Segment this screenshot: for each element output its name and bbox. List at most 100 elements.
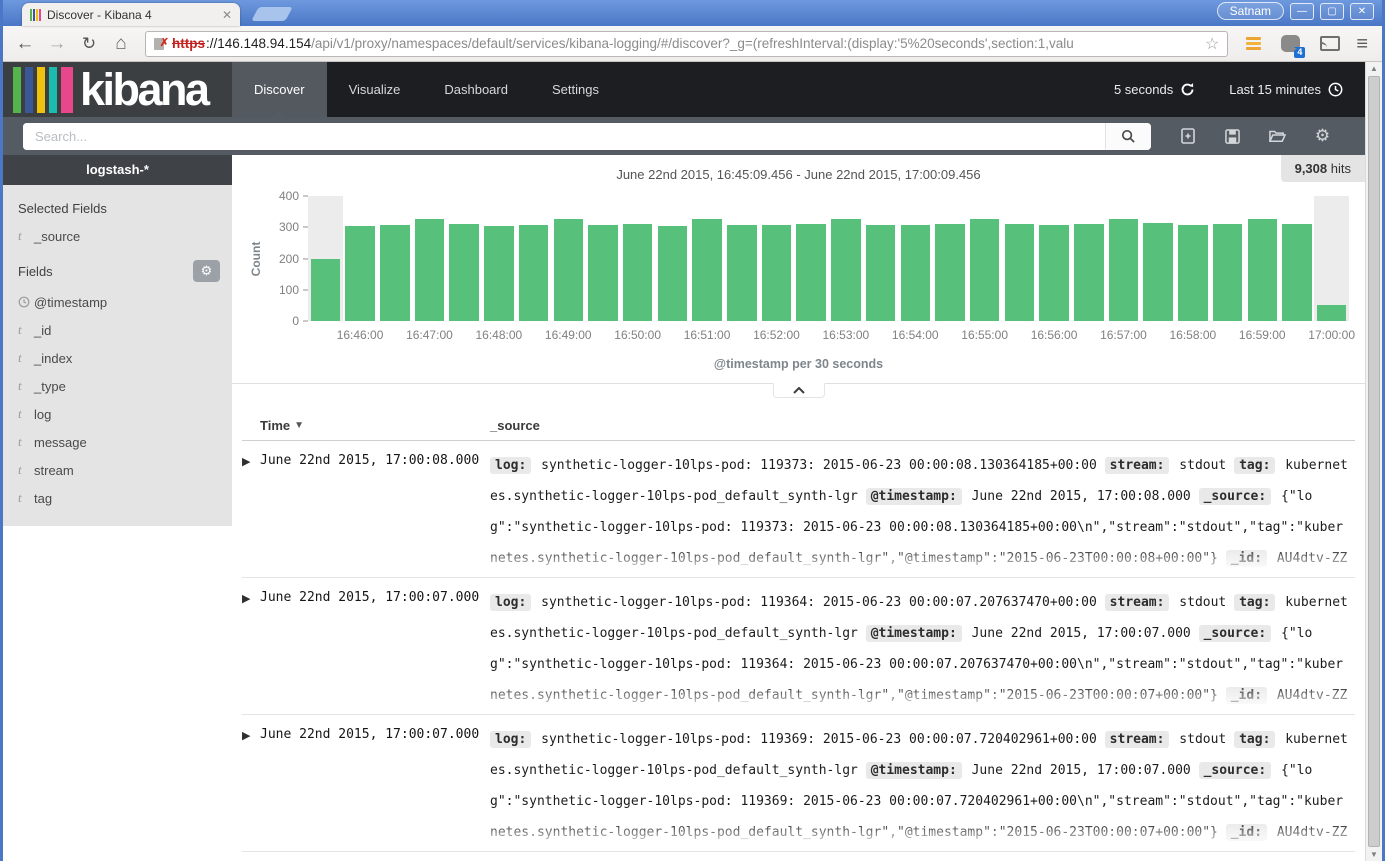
histogram-bar[interactable] [554,219,583,321]
histogram-bar[interactable] [866,225,895,321]
expand-row-icon[interactable]: ▶ [242,587,260,714]
search-input[interactable] [23,123,1105,150]
field-badge[interactable]: tag: [1234,457,1275,474]
histogram-bar[interactable] [762,225,791,321]
field-badge[interactable]: @timestamp: [866,488,962,505]
field-badge[interactable]: stream: [1105,731,1170,748]
save-search-button[interactable] [1210,129,1255,144]
nav-tab-dashboard[interactable]: Dashboard [422,62,530,117]
kibana-logo[interactable]: kibana [3,62,232,117]
scrollbar-thumb[interactable] [1368,76,1380,847]
nav-tab-visualize[interactable]: Visualize [327,62,423,117]
reload-icon[interactable]: ↻ [75,30,103,58]
search-button[interactable] [1105,123,1151,150]
collapse-histogram-button[interactable] [773,383,825,398]
histogram-bar[interactable] [311,259,340,322]
close-button[interactable]: ✕ [1350,3,1374,20]
histogram-bar[interactable] [901,225,930,321]
histogram-bar[interactable] [623,224,652,321]
field-badge[interactable]: _id: [1226,687,1267,704]
insecure-page-icon[interactable]: ✗ [154,37,167,51]
expand-row-icon[interactable]: ▶ [242,450,260,577]
histogram-bar[interactable] [588,225,617,321]
histogram-bar[interactable] [1282,224,1311,322]
histogram-bar[interactable] [1248,219,1277,322]
field-item-tag[interactable]: ttag [3,484,232,512]
histogram-bar[interactable] [1317,305,1346,321]
nav-tab-discover[interactable]: Discover [232,62,327,117]
histogram-bar[interactable] [345,226,374,321]
cast-icon[interactable] [1320,36,1340,51]
field-item-log[interactable]: tlog [3,400,232,428]
settings-gear-button[interactable]: ⚙ [1300,127,1345,146]
field-badge[interactable]: @timestamp: [866,762,962,779]
nav-tab-settings[interactable]: Settings [530,62,621,117]
histogram-bar[interactable] [380,225,409,321]
histogram-bar[interactable] [415,219,444,321]
column-header-time[interactable]: Time ▼ [242,418,490,433]
histogram-bar[interactable] [519,225,548,321]
histogram-bar[interactable] [727,225,756,321]
address-bar[interactable]: ✗ https ://146.148.94.154 /api/v1/proxy/… [145,31,1228,57]
field-badge[interactable]: _id: [1226,550,1267,567]
time-range-control[interactable]: Last 15 minutes [1229,82,1343,97]
scroll-up-icon[interactable]: ▲ [1366,64,1382,73]
histogram-bar[interactable] [658,226,687,321]
field-item-index[interactable]: t_index [3,344,232,372]
field-item-stream[interactable]: tstream [3,456,232,484]
histogram-bar[interactable] [970,219,999,322]
tab-close-icon[interactable]: ✕ [222,8,232,22]
scroll-down-icon[interactable]: ▼ [1366,850,1382,859]
expand-row-icon[interactable]: ▶ [242,724,260,851]
browser-tab[interactable]: Discover - Kibana 4 ✕ [22,3,240,26]
histogram-bar[interactable] [692,219,721,321]
browser-menu-icon[interactable]: ≡ [1356,34,1368,54]
field-item-id[interactable]: t_id [3,316,232,344]
field-badge[interactable]: tag: [1234,594,1275,611]
new-search-button[interactable] [1165,128,1210,144]
field-badge[interactable]: _source: [1199,625,1272,642]
column-header-source[interactable]: _source [490,418,1355,433]
page-scrollbar[interactable]: ▲ ▼ [1365,62,1382,861]
field-badge[interactable]: log: [490,594,531,611]
histogram-bar[interactable] [1178,225,1207,321]
maximize-button[interactable]: ▢ [1320,3,1344,20]
minimize-button[interactable]: — [1290,3,1314,20]
field-badge[interactable]: log: [490,731,531,748]
histogram-bar[interactable] [1109,219,1138,321]
histogram-bar[interactable] [935,224,964,321]
histogram-bar[interactable] [1005,224,1034,322]
field-badge[interactable]: @timestamp: [866,625,962,642]
field-badge[interactable]: _id: [1226,824,1267,841]
fields-settings-button[interactable]: ⚙ [193,260,220,282]
field-badge[interactable]: _source: [1199,762,1272,779]
hangouts-icon[interactable]: 4 [1281,35,1300,52]
refresh-interval-control[interactable]: 5 seconds [1114,82,1195,97]
field-item-source[interactable]: t_source [3,222,232,250]
profile-button[interactable]: Satnam [1217,2,1284,20]
open-search-button[interactable] [1255,129,1300,143]
histogram-bar[interactable] [831,219,860,321]
home-icon[interactable]: ⌂ [107,30,135,58]
extension-icon[interactable] [1246,36,1261,51]
field-badge[interactable]: log: [490,457,531,474]
field-badge[interactable]: stream: [1105,457,1170,474]
forward-icon[interactable]: → [43,30,71,58]
index-pattern-selector[interactable]: logstash-* [3,155,232,185]
field-badge[interactable]: _source: [1199,488,1272,505]
back-icon[interactable]: ← [11,30,39,58]
field-badge[interactable]: tag: [1234,731,1275,748]
field-item-timestamp[interactable]: @timestamp [3,288,232,316]
histogram-bar[interactable] [484,226,513,321]
histogram-bar[interactable] [1143,223,1172,321]
bookmark-star-icon[interactable]: ☆ [1205,34,1219,54]
field-item-type[interactable]: t_type [3,372,232,400]
field-item-message[interactable]: tmessage [3,428,232,456]
histogram-bar[interactable] [796,224,825,321]
new-tab-button[interactable] [251,7,292,21]
histogram-bar[interactable] [1074,224,1103,321]
histogram-bar[interactable] [449,224,478,322]
histogram-bar[interactable] [1213,224,1242,321]
histogram-bar[interactable] [1039,225,1068,321]
field-badge[interactable]: stream: [1105,594,1170,611]
